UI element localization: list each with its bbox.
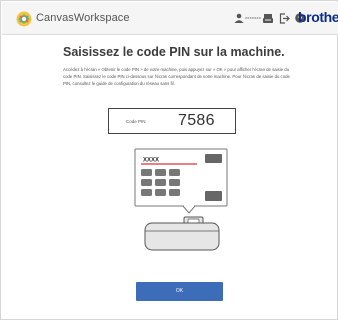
machine-pin-entry-illustration: XXXX bbox=[134, 148, 228, 251]
screen-pin-text: XXXX bbox=[143, 158, 159, 164]
screen-key bbox=[155, 179, 166, 186]
screen-key bbox=[141, 179, 152, 186]
screen-key bbox=[155, 169, 166, 176]
machine-icon[interactable] bbox=[263, 11, 273, 25]
pin-value: 7586 bbox=[178, 112, 215, 129]
screen-key bbox=[141, 189, 152, 196]
screen-key bbox=[141, 169, 152, 176]
header-bar: CanvasWorkspace xxxxxxx ? brothe bbox=[2, 2, 338, 35]
screen-key bbox=[155, 189, 166, 196]
user-icon[interactable] bbox=[234, 11, 244, 25]
sign-out-icon[interactable] bbox=[279, 11, 290, 25]
screen-key bbox=[169, 189, 180, 196]
app-title: CanvasWorkspace bbox=[36, 12, 130, 24]
canvasworkspace-logo-icon bbox=[16, 11, 32, 27]
brother-logo: brother bbox=[298, 9, 338, 25]
pin-code-display: Code PIN 7586 bbox=[108, 108, 236, 134]
callout-pointer bbox=[181, 205, 197, 214]
machine-body bbox=[144, 222, 220, 251]
ok-button[interactable]: OK bbox=[136, 282, 223, 301]
screen-ok-key bbox=[205, 191, 222, 201]
screen-key bbox=[169, 179, 180, 186]
pin-label: Code PIN bbox=[126, 119, 146, 124]
screen-key bbox=[169, 169, 180, 176]
machine-top-screen bbox=[187, 218, 200, 224]
instructions-text: Accédez à l'écran « Obtenir le code PIN … bbox=[63, 67, 290, 86]
app-window: CanvasWorkspace xxxxxxx ? brothe Saisiss… bbox=[0, 0, 338, 320]
user-name[interactable]: xxxxxxx bbox=[245, 15, 261, 20]
page-title: Saisissez le code PIN sur la machine. bbox=[63, 45, 285, 59]
screen-backspace-key bbox=[205, 154, 222, 163]
